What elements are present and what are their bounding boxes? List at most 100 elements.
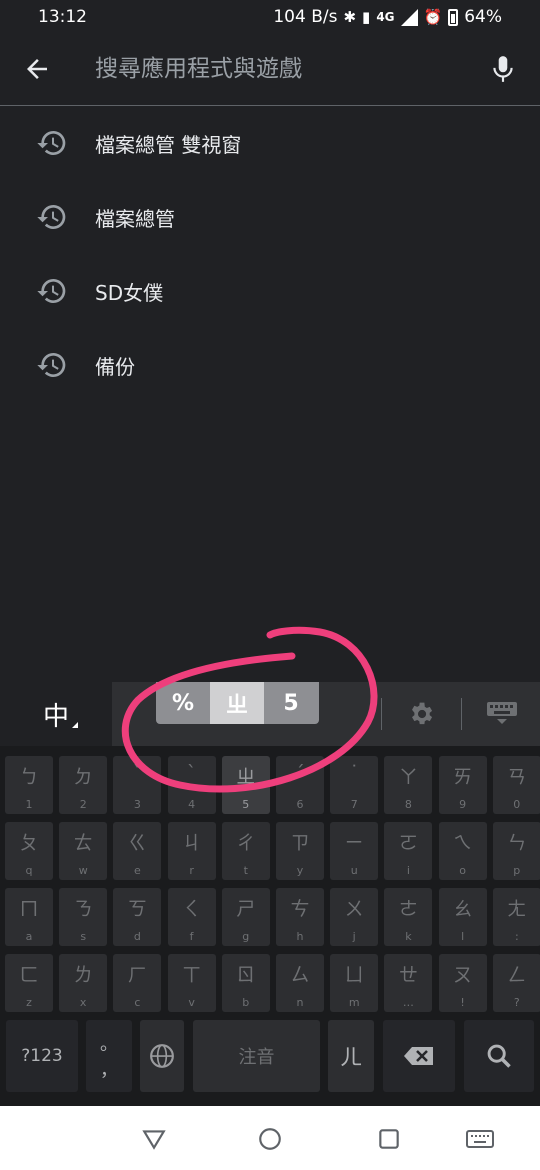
key-alt-char: 1	[25, 798, 33, 811]
key-symbol: ㄍ	[127, 832, 147, 854]
key-n[interactable]: ㄙn	[276, 954, 324, 1012]
key-9[interactable]: ㄞ9	[438, 756, 487, 814]
popup-option[interactable]: 5	[264, 682, 318, 724]
search-input[interactable]	[95, 54, 475, 84]
key-l[interactable]: ㄠl	[438, 888, 487, 946]
globe-key[interactable]	[140, 1020, 184, 1092]
history-icon	[37, 131, 66, 155]
key-symbol: ㄣ	[507, 832, 527, 854]
key-alt-char: r	[189, 864, 194, 877]
key-7[interactable]: ˙ 7	[330, 756, 379, 814]
history-icon	[37, 205, 66, 229]
key-h[interactable]: ㄘh	[276, 888, 324, 946]
history-label: 備份	[95, 354, 135, 379]
key-6[interactable]: ˊ6	[276, 756, 324, 814]
back-triangle-icon[interactable]	[140, 1126, 168, 1152]
key-q[interactable]: ㄆq	[5, 822, 53, 880]
history-item[interactable]: SD女僕	[0, 254, 540, 328]
key-v[interactable]: ㄒv	[167, 954, 216, 1012]
key-z[interactable]: ㄈz	[5, 954, 53, 1012]
er-key[interactable]: ㄦ	[328, 1020, 374, 1092]
home-circle-icon[interactable]	[256, 1126, 284, 1152]
key-4[interactable]: ˋ4	[167, 756, 216, 814]
key-y[interactable]: ㄗy	[276, 822, 324, 880]
history-item[interactable]: 備份	[0, 328, 540, 402]
key-p[interactable]: ㄣp	[492, 822, 540, 880]
key-alt-char: 2	[79, 798, 87, 811]
key-8[interactable]: ㄚ8	[384, 756, 433, 814]
language-label: 中	[42, 701, 69, 732]
key-symbol: ㄥ	[507, 964, 527, 986]
key-b[interactable]: ㄖb	[221, 954, 270, 1012]
battery-level: 64%	[464, 7, 502, 27]
key-2[interactable]: ㄉ2	[59, 756, 108, 814]
key-g[interactable]: ㄕg	[221, 888, 270, 946]
key-alt-char: !	[460, 996, 465, 1009]
key-…[interactable]: ㄝ…	[384, 954, 433, 1012]
key-alt-char: e	[134, 864, 141, 877]
key-o[interactable]: ㄟo	[438, 822, 487, 880]
key-alt-char: f	[189, 930, 194, 943]
keyboard-hide-icon[interactable]	[485, 700, 519, 726]
key-alt-char: w	[78, 864, 88, 877]
key-e[interactable]: ㄍe	[113, 822, 162, 880]
popup-option-selected[interactable]: ㄓ	[210, 682, 264, 724]
gear-icon[interactable]	[407, 700, 435, 728]
keyboard-switch-icon[interactable]	[466, 1126, 494, 1152]
key-symbol: ㄟ	[453, 832, 473, 854]
search-key[interactable]	[464, 1020, 534, 1092]
search-history-list: 檔案總管 雙視窗 檔案總管 SD女僕 備份	[0, 106, 540, 402]
history-item[interactable]: 檔案總管 雙視窗	[0, 106, 540, 180]
key-alt-char: g	[242, 930, 250, 943]
keyboard-toolbar: 中 % ㄓ 5	[0, 682, 540, 746]
key-symbol: ㄐ	[182, 832, 202, 854]
key-alt-char: p	[513, 864, 521, 877]
language-switch-key[interactable]: 中	[0, 682, 112, 746]
key-j[interactable]: ㄨj	[330, 888, 379, 946]
space-label: 注音	[238, 1047, 275, 1068]
key-d[interactable]: ㄎd	[113, 888, 162, 946]
key-alt-char: :	[514, 930, 519, 943]
key-alt-char: …	[402, 996, 414, 1009]
globe-icon	[150, 1044, 174, 1068]
symbols-key[interactable]: ?123	[6, 1020, 78, 1092]
key-k[interactable]: ㄜk	[384, 888, 433, 946]
key-0[interactable]: ㄢ0	[492, 756, 540, 814]
key-alt-char: a	[25, 930, 33, 943]
signal-icon	[400, 8, 418, 26]
key-a[interactable]: ㄇa	[5, 888, 53, 946]
key-alt-char: m	[348, 996, 360, 1009]
key-alt-char: t	[243, 864, 248, 877]
history-icon	[37, 353, 66, 377]
key-t[interactable]: ㄔt	[221, 822, 270, 880]
punctuation-key[interactable]: 。 ，	[86, 1020, 132, 1092]
key-c[interactable]: ㄏc	[113, 954, 162, 1012]
key-3[interactable]: ˇ3	[113, 756, 162, 814]
key-u[interactable]: ㄧu	[330, 822, 379, 880]
key-x[interactable]: ㄌx	[59, 954, 108, 1012]
popup-option[interactable]: %	[156, 682, 210, 724]
key-symbol: ㄈ	[19, 964, 39, 986]
arrow-back-icon[interactable]	[22, 54, 52, 84]
recents-square-icon[interactable]	[375, 1126, 403, 1152]
key-alt-char: d	[133, 930, 141, 943]
space-key[interactable]: 注音	[193, 1020, 320, 1092]
key-m[interactable]: ㄩm	[330, 954, 379, 1012]
key-f[interactable]: ㄑf	[167, 888, 216, 946]
key-i[interactable]: ㄛi	[384, 822, 433, 880]
key-![interactable]: ㄡ!	[438, 954, 487, 1012]
key-alt-char: q	[25, 864, 33, 877]
key-s[interactable]: ㄋs	[59, 888, 108, 946]
backspace-key[interactable]	[383, 1020, 455, 1092]
key-:[interactable]: ㄤ:	[492, 888, 540, 946]
key-alt-char: 8	[404, 798, 412, 811]
microphone-icon[interactable]	[490, 54, 516, 84]
key-alt-char: 4	[188, 798, 196, 811]
key-?[interactable]: ㄥ?	[492, 954, 540, 1012]
key-r[interactable]: ㄐr	[167, 822, 216, 880]
key-5[interactable]: ㄓ5	[221, 756, 270, 814]
key-alt-char: o	[459, 864, 466, 877]
key-1[interactable]: ㄅ1	[5, 756, 53, 814]
history-item[interactable]: 檔案總管	[0, 180, 540, 254]
key-w[interactable]: ㄊw	[59, 822, 108, 880]
